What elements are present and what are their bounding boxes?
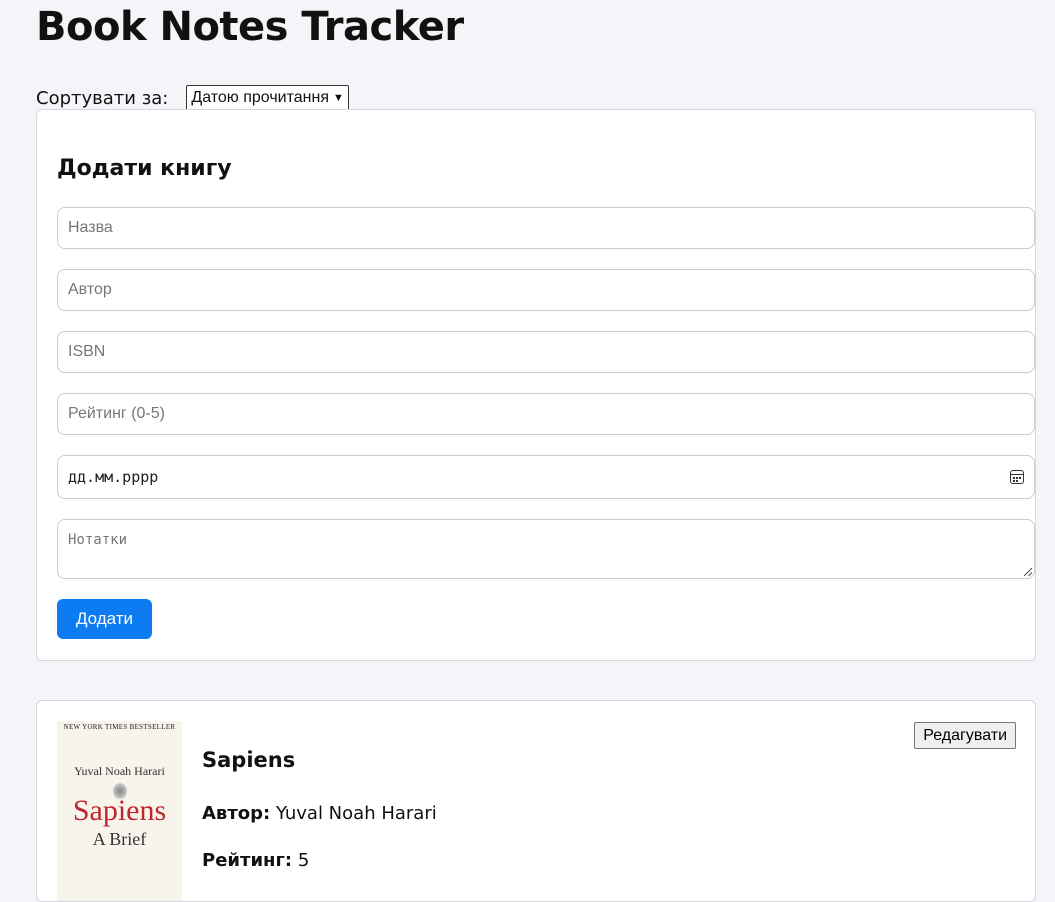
add-book-form: Додати книгу Назва Автор ISBN Рейтинг (0… [36, 109, 1036, 661]
page-title: Book Notes Tracker [36, 4, 464, 50]
sort-select[interactable]: Датою прочитання ▼ [186, 85, 349, 111]
isbn-input-placeholder: ISBN [68, 343, 106, 360]
cover-blurb-text [65, 739, 174, 754]
date-input-placeholder: дд.мм.рррр [68, 468, 159, 486]
book-author-value: Yuval Noah Harari [275, 803, 437, 824]
notes-textarea[interactable]: Нотатки [57, 519, 1035, 579]
calendar-icon[interactable] [1010, 470, 1024, 484]
author-input[interactable]: Автор [57, 269, 1035, 311]
title-input[interactable]: Назва [57, 207, 1035, 249]
sort-row: Сортувати за: Датою прочитання ▼ [36, 85, 349, 111]
chevron-down-icon: ▼ [333, 92, 344, 104]
cover-subtitle: A Brief [92, 829, 147, 849]
form-title: Додати книгу [57, 156, 232, 181]
book-rating: Рейтинг: 5 [202, 850, 309, 871]
cover-bestseller: NEW YORK TIMES BESTSELLER [63, 723, 176, 731]
sort-select-value: Датою прочитання [191, 89, 329, 106]
rating-input-placeholder: Рейтинг (0-5) [68, 405, 165, 422]
title-input-placeholder: Назва [68, 219, 113, 236]
sort-label: Сортувати за: [36, 87, 169, 109]
resize-handle-icon[interactable] [1024, 568, 1032, 576]
book-rating-value: 5 [297, 850, 310, 871]
book-rating-label: Рейтинг: [202, 850, 293, 871]
add-button[interactable]: Додати [57, 599, 152, 639]
book-cover-image: NEW YORK TIMES BESTSELLER Yuval Noah Har… [57, 721, 182, 901]
rating-input[interactable]: Рейтинг (0-5) [57, 393, 1035, 435]
book-author-label: Автор: [202, 803, 271, 824]
book-author: Автор: Yuval Noah Harari [202, 803, 437, 824]
cover-author: Yuval Noah Harari [74, 764, 165, 778]
cover-title: Sapiens [72, 794, 167, 827]
author-input-placeholder: Автор [68, 281, 112, 298]
date-input[interactable]: дд.мм.рррр [57, 455, 1035, 499]
isbn-input[interactable]: ISBN [57, 331, 1035, 373]
edit-button[interactable]: Редагувати [914, 722, 1016, 749]
notes-textarea-placeholder: Нотатки [68, 532, 128, 548]
book-title: Sapiens [202, 748, 296, 772]
